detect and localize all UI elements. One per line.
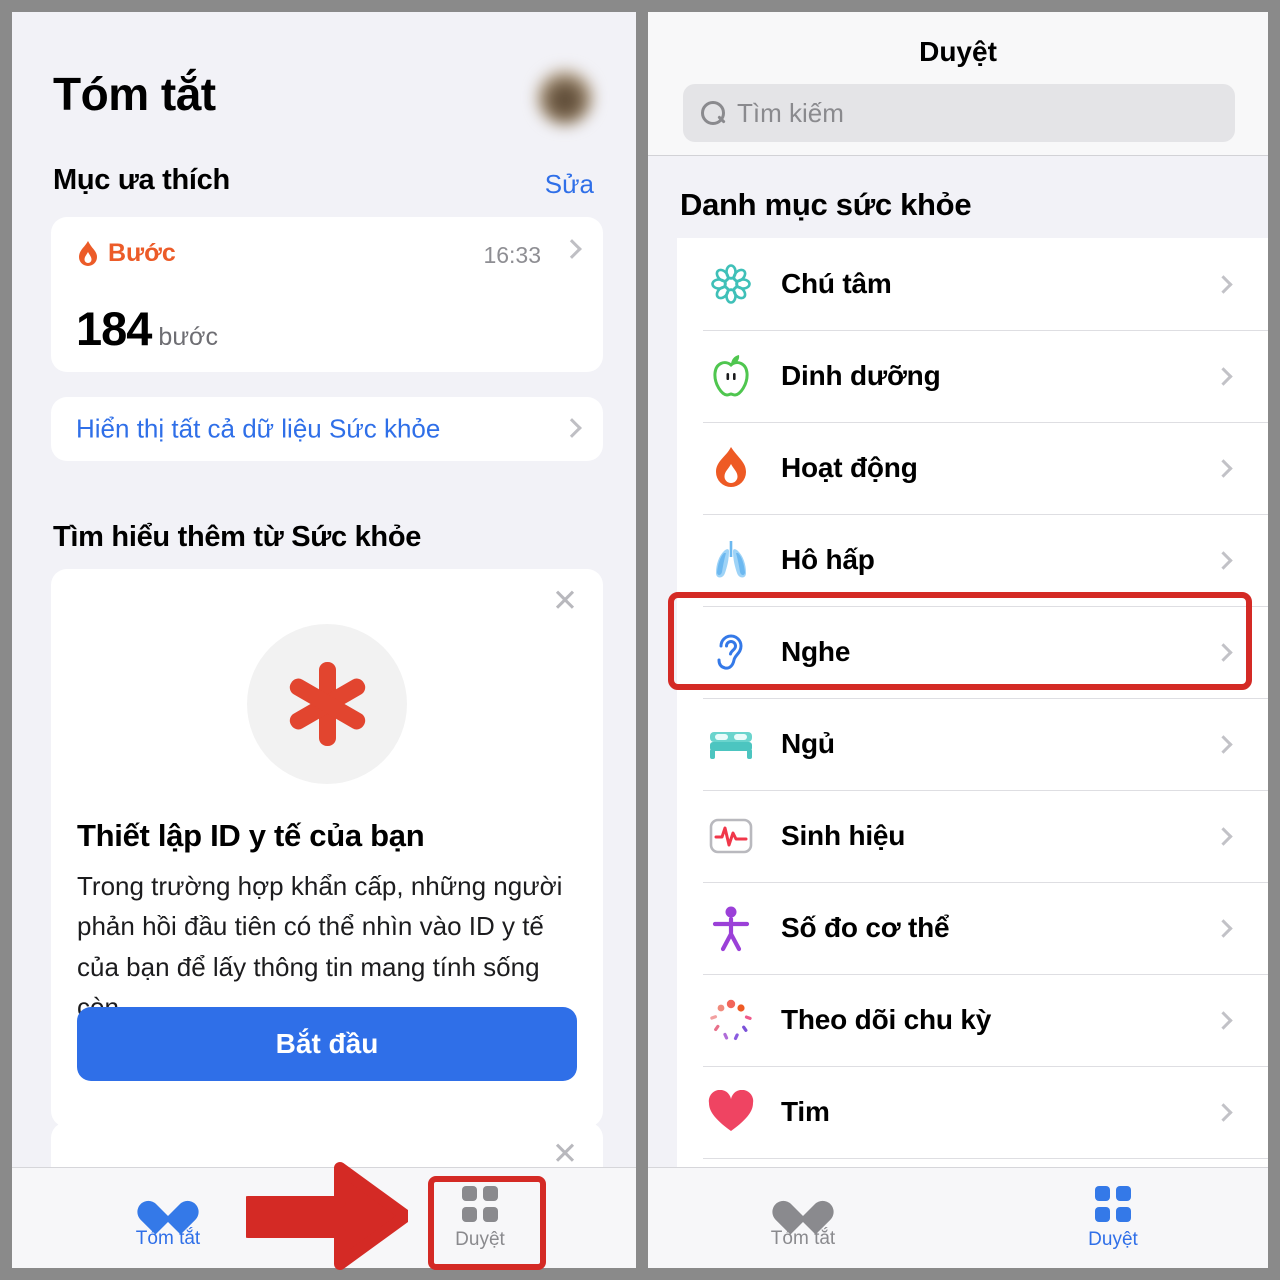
category-label: Theo dõi chu kỳ [781,1004,992,1035]
favorites-heading: Mục ưa thích [53,164,230,196]
next-promo-card: ✕ [51,1122,603,1167]
bed-icon [703,724,759,764]
category-row-respiratory[interactable]: Hô hấp [677,514,1268,606]
body-icon [703,904,759,952]
learn-more-heading: Tìm hiểu thêm từ Sức khỏe [53,521,422,553]
grid-icon [462,1185,498,1222]
tab-summary-label: Tóm tắt [770,1227,836,1249]
category-row-vitals[interactable]: Sinh hiệu [677,790,1268,882]
steps-value-row: 184 bước [76,301,218,356]
left-phone-screen: Tóm tắt Mục ưa thích Sửa Bước 16:33 184 … [12,12,636,1268]
browse-title: Duyệt [919,36,997,67]
red-right-arrow-annotation [246,1162,408,1270]
category-label: Dinh dưỡng [781,360,941,391]
apple-icon [703,353,759,399]
category-row-sleep[interactable]: Ngủ [677,698,1268,790]
close-icon[interactable]: ✕ [551,1138,579,1167]
show-all-health-data-label: Hiển thị tất cả dữ liệu Sức khỏe [76,413,441,444]
heart-icon [132,1187,204,1235]
chevron-right-icon [1214,274,1233,294]
medical-id-body: Trong trường hợp khẩn cấp, những người p… [77,871,563,1022]
right-tab-bar: Tóm tắt Duyệt [648,1167,1268,1268]
grid-icon [1095,1185,1131,1222]
chevron-right-icon [1214,826,1233,846]
tab-summary-label: Tóm tắt [135,1227,201,1249]
cycle-icon [703,997,759,1043]
flame-icon [79,240,97,266]
tab-browse-label: Duyệt [1088,1228,1138,1250]
search-icon [701,101,725,125]
category-row-mindfulness[interactable]: Chú tâm [677,238,1268,330]
vitals-icon [703,816,759,856]
mindfulness-icon [703,261,759,307]
medical-id-card: ✕ Thiết lập ID y tế của bạn Trong trường… [51,569,603,1127]
category-label: Số đo cơ thể [781,912,950,943]
category-row-nutrition[interactable]: Dinh dưỡng [677,330,1268,422]
chevron-right-icon [562,418,582,438]
steps-card-header: Bước [76,239,176,268]
health-categories-list: Chú tâm Dinh dưỡng Hoạt động Hô hấp Nghe… [677,238,1268,1204]
browse-header: Duyệt Tìm kiếm [648,12,1268,156]
edit-favorites-link[interactable]: Sửa [545,169,594,200]
category-label: Tim [781,1096,830,1127]
category-label: Nghe [781,636,851,667]
steps-value: 184 [76,302,152,355]
category-row-body-measurements[interactable]: Số đo cơ thể [677,882,1268,974]
category-row-cycle-tracking[interactable]: Theo dõi chu kỳ [677,974,1268,1066]
category-label: Sinh hiệu [781,820,906,851]
tab-summary[interactable]: Tóm tắt [648,1168,958,1268]
categories-heading: Danh mục sức khỏe [680,187,972,222]
category-label: Chú tâm [781,268,892,299]
get-started-button[interactable]: Bắt đầu [77,1007,577,1081]
chevron-right-icon [1214,918,1233,938]
medical-asterisk-icon [284,661,370,747]
steps-timestamp: 16:33 [483,242,541,268]
lungs-icon [703,537,759,583]
medical-id-title: Thiết lập ID y tế của bạn [77,818,425,853]
chevron-right-icon [1214,366,1233,386]
chevron-right-icon [1214,1102,1233,1122]
category-label: Hoạt động [781,452,918,483]
category-label: Hô hấp [781,544,875,575]
category-row-heart[interactable]: Tim [677,1066,1268,1158]
category-label: Ngủ [781,728,835,759]
steps-unit: bước [158,323,218,351]
flame-icon [703,445,759,491]
heart-icon [703,1090,759,1134]
tab-browse[interactable]: Duyệt [958,1168,1268,1268]
close-icon[interactable]: ✕ [551,585,579,616]
ear-icon [703,628,759,676]
chevron-right-icon [1214,642,1233,662]
search-input[interactable]: Tìm kiếm [683,84,1235,142]
tab-browse-label: Duyệt [455,1228,505,1250]
chevron-right-icon [1214,458,1233,478]
steps-card[interactable]: Bước 16:33 184 bước [51,217,603,372]
screenshot-root: Tóm tắt Mục ưa thích Sửa Bước 16:33 184 … [0,0,1280,1280]
show-all-health-data-row[interactable]: Hiển thị tất cả dữ liệu Sức khỏe [51,397,603,461]
category-row-hearing[interactable]: Nghe [677,606,1268,698]
chevron-right-icon [1214,550,1233,570]
avatar[interactable] [536,68,594,126]
summary-scroll-area[interactable]: Tóm tắt Mục ưa thích Sửa Bước 16:33 184 … [12,12,636,1167]
category-row-activity[interactable]: Hoạt động [677,422,1268,514]
chevron-right-icon [1214,734,1233,754]
medical-id-illustration [247,624,407,784]
steps-metric-name: Bước [108,239,176,267]
page-title: Tóm tắt [53,68,216,120]
chevron-right-icon [1214,1010,1233,1030]
search-placeholder: Tìm kiếm [737,97,844,128]
right-phone-screen: Duyệt Tìm kiếm Danh mục sức khỏe Chú tâm… [648,12,1268,1268]
heart-icon [767,1187,839,1235]
chevron-right-icon [562,239,582,259]
